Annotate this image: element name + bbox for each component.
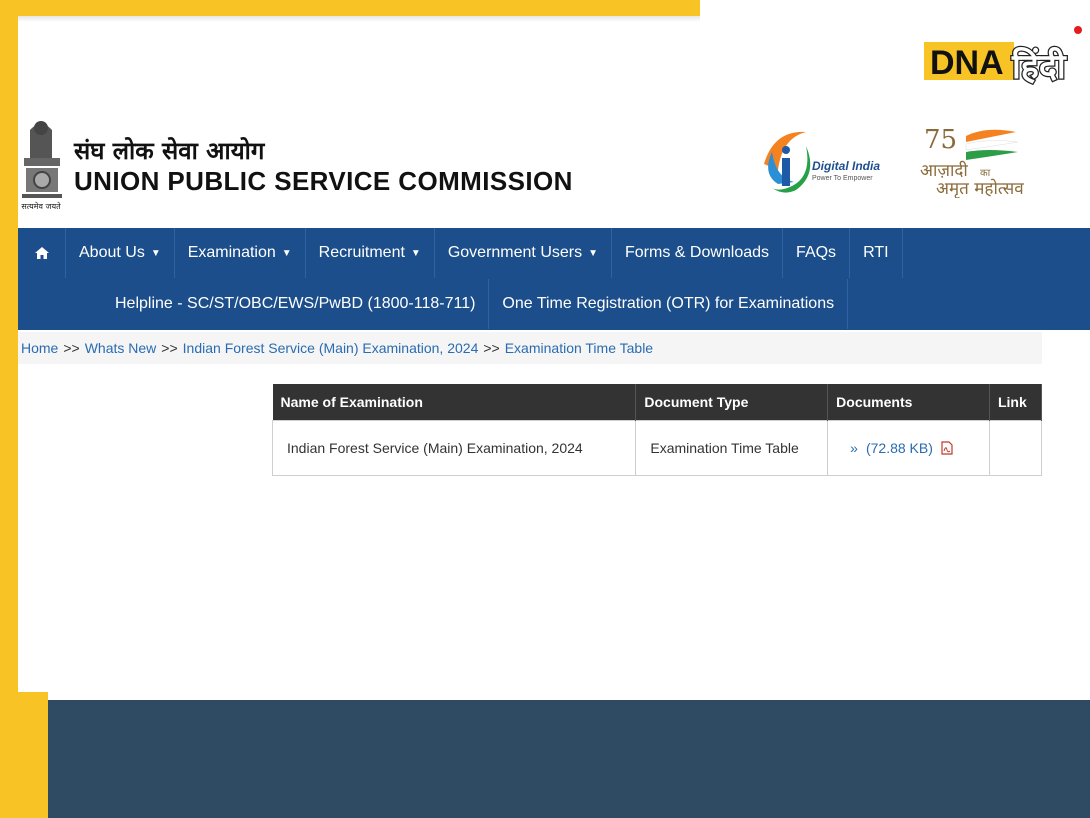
frame-shadow bbox=[18, 16, 700, 22]
breadcrumb-separator: >> bbox=[63, 340, 80, 356]
nav-label: Helpline - SC/ST/OBC/EWS/PwBD (1800-118-… bbox=[115, 295, 476, 312]
azadi-ka: का bbox=[980, 168, 991, 179]
digital-india-title: Digital India bbox=[812, 159, 880, 173]
examination-table: Name of Examination Document Type Docume… bbox=[271, 384, 1043, 476]
site-title-hindi: संघ लोक सेवा आयोग bbox=[74, 137, 265, 165]
digital-india-tagline: Power To Empower bbox=[812, 175, 873, 182]
nav-item-otr[interactable]: One Time Registration (OTR) for Examinat… bbox=[489, 279, 849, 329]
nav-label: About Us bbox=[79, 244, 145, 261]
nav-label: Government Users bbox=[447, 244, 583, 261]
nav-item-helpline[interactable]: Helpline - SC/ST/OBC/EWS/PwBD (1800-118-… bbox=[102, 279, 490, 329]
breadcrumb: Home >> Whats New >> Indian Forest Servi… bbox=[18, 332, 1042, 364]
emblem-motto: सत्यमेव जयते bbox=[21, 201, 61, 211]
nav-item-forms-downloads[interactable]: Forms & Downloads bbox=[612, 228, 784, 278]
column-header-documents: Documents bbox=[827, 384, 990, 420]
national-emblem-icon: सत्यमेव जयते bbox=[21, 121, 62, 211]
nav-item-government-users[interactable]: Government Users ▼ bbox=[435, 228, 612, 278]
frame-top-bar bbox=[0, 0, 700, 16]
nav-item-about-us[interactable]: About Us ▼ bbox=[66, 228, 175, 278]
breadcrumb-whats-new[interactable]: Whats New bbox=[85, 340, 157, 356]
cell-doc-type: Examination Time Table bbox=[635, 419, 829, 476]
azadi-line2: अमृत महोत्सव bbox=[936, 178, 1024, 198]
nav-label: RTI bbox=[863, 244, 889, 261]
dna-logo-hindi: हिंदी bbox=[1011, 46, 1067, 87]
table-header-row: Name of Examination Document Type Docume… bbox=[272, 384, 1043, 420]
azadi-number: 75 bbox=[924, 125, 957, 155]
frame-corner bbox=[0, 692, 48, 818]
breadcrumb-separator: >> bbox=[161, 340, 178, 356]
nav-home-button[interactable] bbox=[18, 228, 66, 278]
caret-down-icon: ▼ bbox=[410, 247, 421, 259]
digital-india-logo[interactable]: Digital India Power To Empower bbox=[758, 124, 888, 196]
breadcrumb-home[interactable]: Home bbox=[21, 340, 58, 356]
nav-label: Forms & Downloads bbox=[625, 244, 770, 261]
table-row: Indian Forest Service (Main) Examination… bbox=[271, 419, 1043, 476]
caret-down-icon: ▼ bbox=[588, 247, 598, 259]
site-title-english: UNION PUBLIC SERVICE COMMISSION bbox=[74, 166, 573, 196]
nav-label: One Time Registration (OTR) for Examinat… bbox=[502, 295, 835, 312]
main-navigation: About Us ▼ Examination ▼ Recruitment ▼ Gove… bbox=[18, 228, 1090, 330]
caret-down-icon: ▼ bbox=[150, 247, 161, 259]
nav-row-secondary: Helpline - SC/ST/OBC/EWS/PwBD (1800-118-… bbox=[102, 279, 849, 329]
nav-item-faqs[interactable]: FAQs bbox=[783, 228, 851, 278]
nav-row-primary: About Us ▼ Examination ▼ Recruitment ▼ Gove… bbox=[18, 228, 903, 278]
column-header-name: Name of Examination bbox=[272, 384, 637, 420]
breadcrumb-current[interactable]: Examination Time Table bbox=[505, 340, 653, 356]
frame-left-bar bbox=[0, 0, 18, 700]
nav-item-examination[interactable]: Examination ▼ bbox=[175, 228, 306, 278]
nav-label: Recruitment bbox=[318, 244, 405, 261]
chevron-right-icon: » bbox=[850, 439, 858, 456]
dna-hindi-logo: DNA हिंदी bbox=[924, 26, 1082, 88]
breadcrumb-exam[interactable]: Indian Forest Service (Main) Examination… bbox=[183, 340, 479, 356]
footer-band bbox=[0, 700, 1090, 818]
azadi-amrit-mahotsav-logo[interactable]: 75 आज़ादी का अमृत महोत्सव bbox=[916, 122, 1036, 198]
home-icon bbox=[34, 247, 49, 259]
nav-item-rti[interactable]: RTI bbox=[850, 228, 903, 278]
caret-down-icon: ▼ bbox=[281, 247, 292, 259]
column-header-link: Link bbox=[989, 384, 1043, 420]
nav-item-recruitment[interactable]: Recruitment ▼ bbox=[306, 228, 435, 278]
azadi-line1: आज़ादी bbox=[920, 160, 968, 181]
breadcrumb-separator: >> bbox=[483, 340, 500, 356]
nav-label: Examination bbox=[187, 244, 276, 261]
document-download-link[interactable]: (72.88 KB) bbox=[866, 440, 933, 456]
nav-label: FAQs bbox=[796, 244, 837, 261]
column-header-doc-type: Document Type bbox=[635, 384, 829, 420]
dna-logo-text: DNA bbox=[930, 44, 1004, 82]
cell-documents: » (72.88 KB) bbox=[827, 419, 990, 476]
cell-exam-name: Indian Forest Service (Main) Examination… bbox=[271, 419, 637, 476]
cell-link bbox=[988, 419, 1043, 476]
pdf-icon[interactable] bbox=[941, 440, 953, 455]
